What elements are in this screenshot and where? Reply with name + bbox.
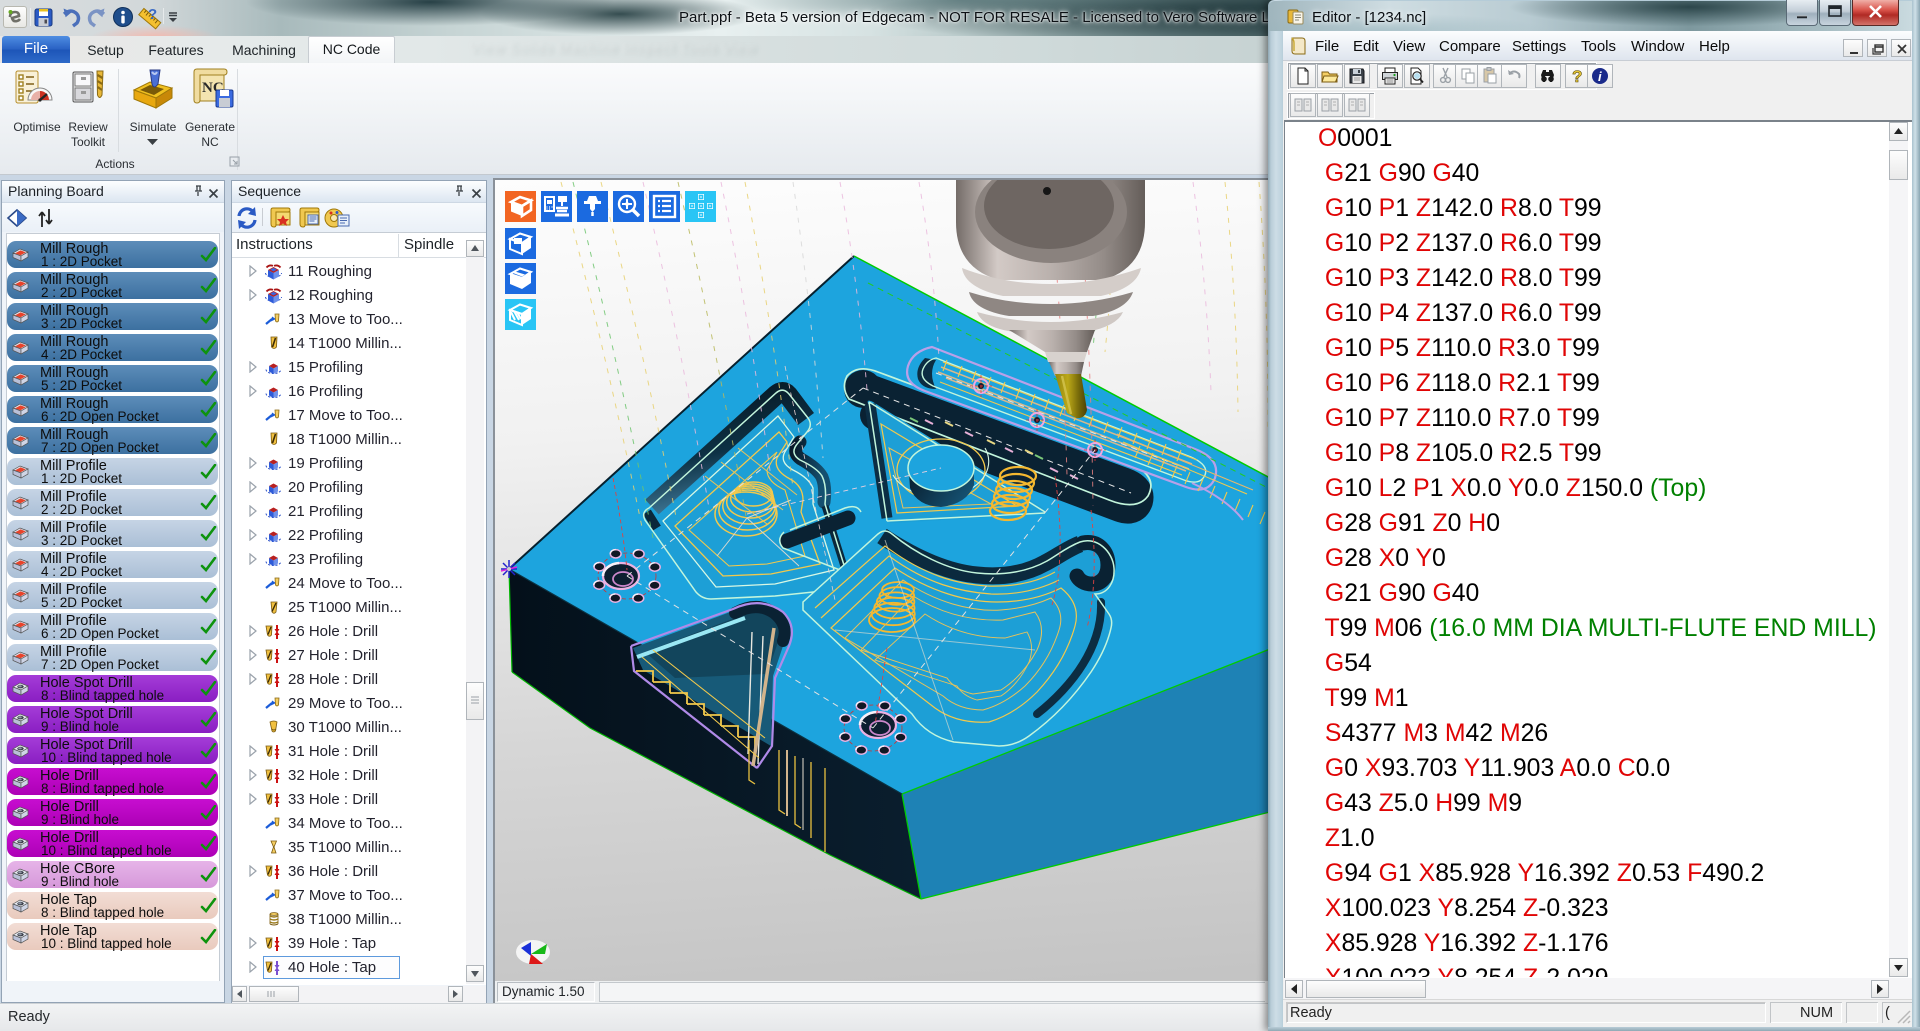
- svg-text:?: ?: [148, 6, 157, 23]
- svg-text:?: ?: [1572, 67, 1582, 86]
- svg-text:i: i: [1598, 69, 1602, 84]
